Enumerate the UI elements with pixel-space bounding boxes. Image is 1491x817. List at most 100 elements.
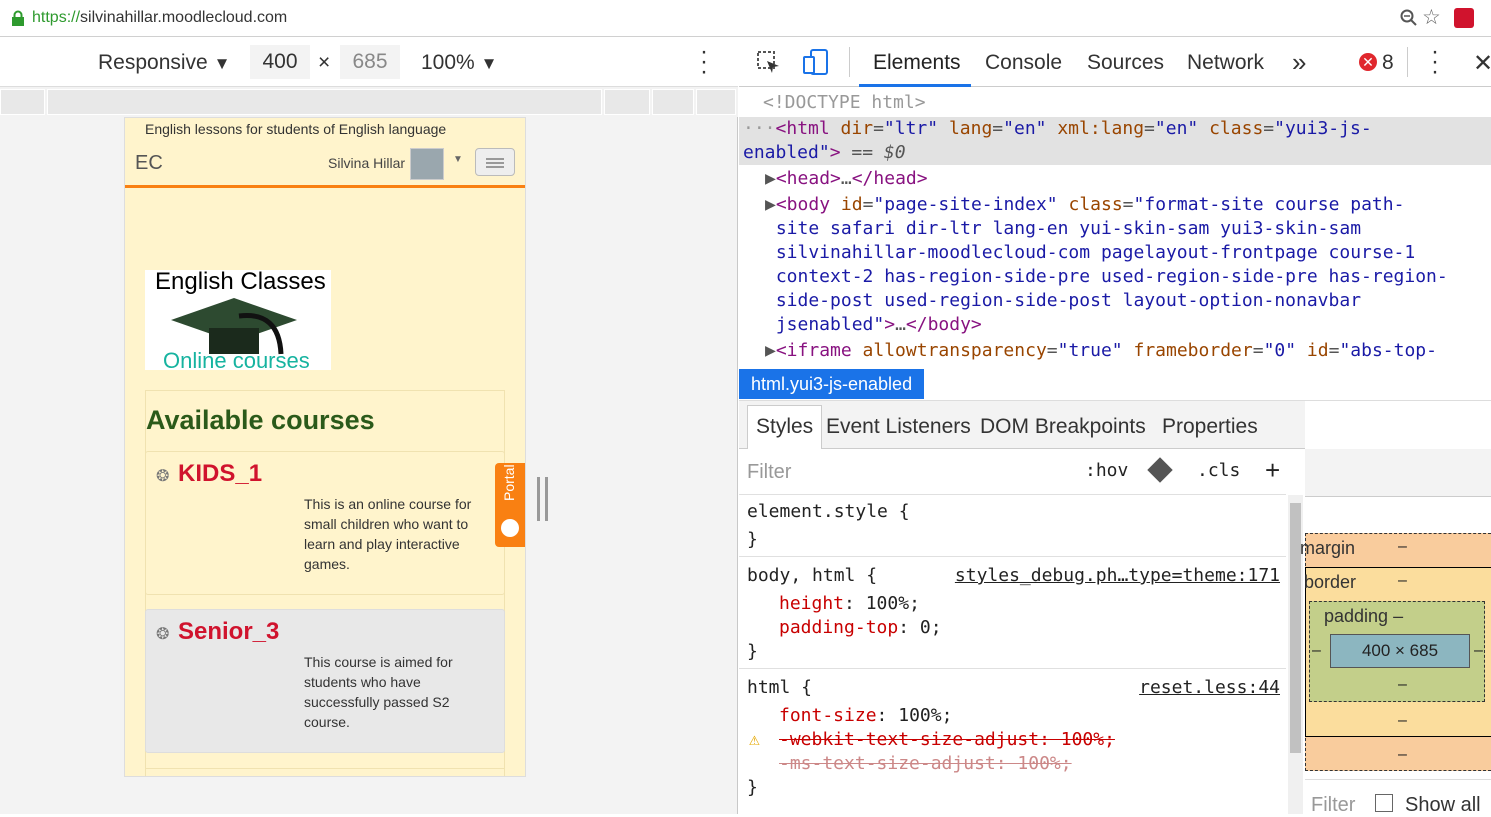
nav-toggle-button[interactable] [475, 148, 515, 176]
breadcrumb-item[interactable]: html.yui3-js-enabled [739, 369, 925, 399]
tab-properties[interactable]: Properties [1162, 415, 1258, 439]
media-query-bar[interactable] [0, 87, 738, 117]
zoom-select[interactable]: 100% ▼ [421, 51, 497, 75]
course-summary-line: This is an online course for [304, 496, 472, 512]
close-icon[interactable]: ✕ [1473, 49, 1491, 78]
dom-head-node[interactable]: ▶<head>…</head> [765, 167, 928, 191]
border-bottom-value: – [1398, 712, 1407, 729]
box-model-pane: margin – – border – – padding – – 400 × … [1300, 449, 1491, 816]
zoom-label: 100% [421, 51, 475, 74]
cls-button[interactable]: .cls [1197, 460, 1240, 481]
rule-close: } [747, 777, 758, 798]
course-card[interactable]: ❂ Senior_3 This course is aimed for stud… [145, 609, 505, 753]
resize-handle[interactable] [537, 477, 540, 521]
course-summary: This course is aimed for students who ha… [304, 652, 494, 732]
course-summary-line: course. [304, 714, 350, 730]
logo-title: English Classes [155, 268, 326, 295]
device-toolbar-icon[interactable] [803, 49, 829, 77]
overridden-property[interactable]: -webkit-text-size-adjust: 100%; [779, 729, 1115, 750]
error-icon[interactable]: ✕ [1359, 53, 1377, 71]
margin-top-value: – [1398, 538, 1407, 555]
more-tabs-icon[interactable]: » [1292, 47, 1306, 78]
border-label: border [1304, 572, 1357, 592]
rule-selector: html { [747, 677, 813, 698]
computed-filter-bar: Filter Show all [1305, 779, 1491, 816]
padding-right-value: – [1474, 642, 1483, 659]
course-summary-line: small children who want to [304, 516, 469, 532]
device-mode-select[interactable]: Responsive ▼ [98, 51, 230, 75]
address-bar[interactable]: https://silvinahillar.moodlecloud.com ☆ [0, 0, 1491, 37]
inspect-element-icon[interactable] [757, 51, 781, 75]
padding-top-value: – [1393, 606, 1404, 626]
course-summary-line: successfully passed S2 [304, 694, 450, 710]
course-card[interactable]: ❂ KIDS_1 This is an online course for sm… [145, 451, 505, 595]
device-mode-label: Responsive [98, 51, 208, 74]
breadcrumb: html.yui3-js-enabled [739, 367, 1491, 401]
box-content-size[interactable]: 400 × 685 [1330, 634, 1470, 668]
zoom-icon[interactable] [1400, 9, 1418, 27]
style-rule[interactable]: html { reset.less:44 font-size: 100%; ⚠ … [739, 669, 1286, 814]
dom-body-node[interactable]: ▶<body id="page-site-index" class="forma… [765, 193, 1491, 337]
rule-selector: body, html { [747, 565, 878, 586]
property-name[interactable]: padding-top [779, 617, 898, 638]
star-icon[interactable]: ☆ [1422, 5, 1441, 30]
tab-event-listeners[interactable]: Event Listeners [826, 415, 971, 439]
site-logo: English Classes Online courses [145, 268, 331, 373]
box-padding[interactable]: padding – – 400 × 685 – – [1309, 601, 1485, 702]
styles-filter-input[interactable]: Filter [747, 461, 791, 484]
dom-doctype[interactable]: <!DOCTYPE html> [763, 91, 926, 115]
style-rule[interactable]: body, html { styles_debug.ph…type=theme:… [739, 557, 1286, 669]
course-title-link[interactable]: Senior_3 [178, 618, 279, 646]
portal-label: Portal [501, 464, 517, 501]
error-count[interactable]: 8 [1382, 51, 1394, 75]
padding-bottom-value: – [1398, 676, 1407, 693]
color-format-icon[interactable] [1147, 457, 1173, 483]
url-text[interactable]: https://silvinahillar.moodlecloud.com [32, 9, 287, 27]
site-navbar: EC Silvina Hillar ▼ [125, 140, 525, 188]
section-title: Available courses [146, 405, 375, 435]
portal-tab[interactable]: Portal [495, 463, 525, 547]
user-name[interactable]: Silvina Hillar [328, 155, 405, 171]
warning-icon: ⚠ [749, 729, 760, 750]
hov-button[interactable]: :hov [1085, 460, 1128, 481]
border-top-value: – [1398, 572, 1407, 589]
tab-styles[interactable]: Styles [747, 405, 823, 449]
devtools-menu-icon[interactable]: · · · [1431, 40, 1439, 84]
padding-label: padding [1324, 606, 1389, 626]
tab-console[interactable]: Console [985, 51, 1062, 75]
url-host: silvinahillar.moodlecloud.com [80, 9, 288, 26]
url-scheme: https:// [32, 9, 81, 26]
margin-bottom-value: – [1398, 746, 1407, 763]
overridden-property[interactable]: -ms-text-size-adjust: 100%; [779, 753, 1072, 774]
tab-sources[interactable]: Sources [1087, 51, 1164, 75]
rule-source-link[interactable]: reset.less:44 [1139, 677, 1280, 698]
more-options-icon[interactable]: · · · [700, 40, 708, 84]
course-summary-line: games. [304, 556, 350, 572]
height-input[interactable]: 685 [340, 45, 400, 79]
rule-selector: element.style { [747, 501, 910, 522]
hamburger-icon [486, 158, 504, 160]
rule-source-link[interactable]: styles_debug.ph…type=theme:171 [955, 565, 1280, 586]
tab-network[interactable]: Network [1187, 51, 1264, 75]
tab-dom-breakpoints[interactable]: DOM Breakpoints [980, 415, 1146, 439]
tab-elements[interactable]: Elements [873, 51, 961, 75]
course-summary-line: This course is aimed for [304, 654, 453, 670]
course-summary: This is an online course for small child… [304, 494, 494, 574]
show-all-checkbox[interactable] [1375, 794, 1393, 812]
avatar[interactable] [410, 148, 444, 180]
property-value[interactable]: 100%; [898, 705, 952, 726]
property-value[interactable]: 100%; [866, 593, 920, 614]
property-value[interactable]: 0; [920, 617, 942, 638]
extension-icon[interactable] [1454, 8, 1474, 28]
brand-link[interactable]: EC [135, 152, 163, 175]
width-input[interactable]: 400 [250, 45, 310, 79]
dom-iframe-node[interactable]: ▶<iframe allowtransparency="true" frameb… [765, 339, 1437, 363]
property-name[interactable]: font-size [779, 705, 877, 726]
property-name[interactable]: height [779, 593, 844, 614]
course-title-link[interactable]: KIDS_1 [178, 460, 262, 488]
moodle-icon [501, 519, 519, 537]
dom-html-node[interactable]: ···<html dir="ltr" lang="en" xml:lang="e… [743, 117, 1491, 165]
user-menu-caret-icon[interactable]: ▼ [453, 154, 463, 165]
new-style-rule-button[interactable]: + [1265, 455, 1280, 486]
element-style-rule[interactable]: element.style { } [739, 495, 1286, 557]
